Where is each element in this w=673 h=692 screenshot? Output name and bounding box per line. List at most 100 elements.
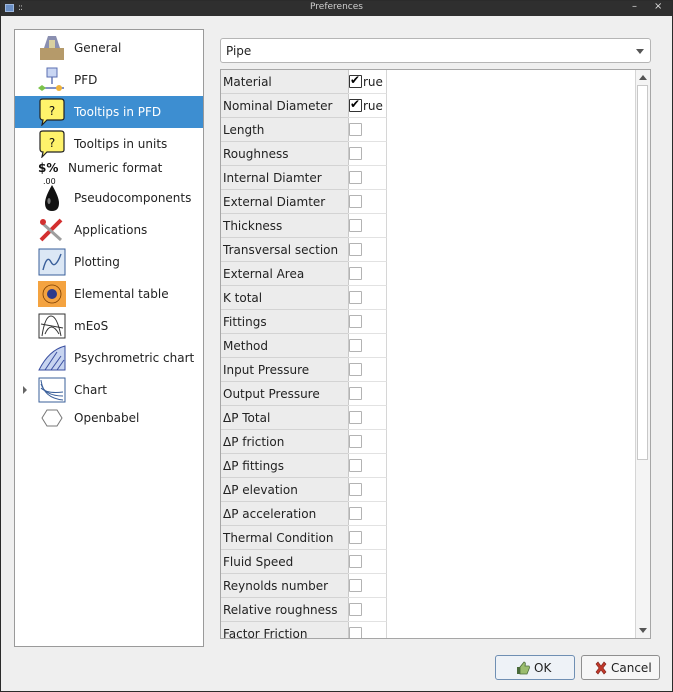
tooltip-checkbox[interactable] — [349, 219, 362, 232]
table-row: Fittings — [221, 310, 637, 334]
row-header-label: Internal Diamter — [223, 171, 322, 185]
table-cell[interactable] — [348, 262, 387, 286]
tooltip-checkbox[interactable] — [349, 507, 362, 520]
table-cell[interactable] — [348, 310, 387, 334]
tooltip-checkbox[interactable] — [349, 483, 362, 496]
table-cell[interactable] — [348, 598, 387, 622]
tooltip-checkbox[interactable] — [349, 339, 362, 352]
scroll-down-icon[interactable] — [639, 628, 647, 633]
table-cell[interactable] — [348, 334, 387, 358]
table-row: Fluid Speed — [221, 550, 637, 574]
row-header: Output Pressure — [221, 382, 349, 406]
preferences-window: :: Preferences – × General PFD? Tooltips i… — [0, 0, 673, 692]
tooltip-icon: ? — [37, 130, 67, 159]
table-cell[interactable] — [348, 502, 387, 526]
table-row: Factor Friction — [221, 622, 637, 638]
chevron-down-icon[interactable] — [636, 49, 644, 54]
sidebar-item-psychrometric-chart[interactable]: Psychrometric chart — [15, 342, 203, 374]
minimize-icon[interactable]: – — [632, 1, 637, 12]
component-select-value: Pipe — [226, 44, 252, 58]
sidebar-item-label: Applications — [74, 223, 148, 237]
tooltip-checkbox[interactable] — [349, 267, 362, 280]
sidebar-item-tooltips-in-units[interactable]: ? Tooltips in units — [15, 128, 203, 160]
table-cell[interactable] — [348, 214, 387, 238]
tooltip-checkbox[interactable] — [349, 627, 362, 638]
tooltip-checkbox[interactable] — [349, 603, 362, 616]
row-header-label: Nominal Diameter — [223, 99, 333, 113]
table-cell[interactable] — [348, 454, 387, 478]
preferences-sidebar: General PFD? Tooltips in PFD? Tooltips in u… — [14, 29, 204, 647]
table-cell[interactable]: rue — [348, 70, 387, 94]
cancel-button-label: Cancel — [611, 661, 652, 675]
tooltip-checkbox[interactable] — [349, 411, 362, 424]
table-cell[interactable] — [348, 406, 387, 430]
row-header-label: Thickness — [223, 219, 283, 233]
table-cell[interactable] — [348, 382, 387, 406]
table-cell[interactable]: rue — [348, 94, 387, 118]
row-header: Thermal Condition — [221, 526, 349, 550]
scrollbar-thumb[interactable] — [637, 85, 648, 460]
sidebar-item-pfd[interactable]: PFD — [15, 64, 203, 96]
row-header-label: K total — [223, 291, 263, 305]
openbabel-icon — [37, 404, 67, 432]
sidebar-item-meos[interactable]: mEoS — [15, 310, 203, 342]
oil-drop-icon — [37, 184, 67, 212]
sidebar-item-label: mEoS — [74, 319, 109, 333]
cancel-button[interactable]: Cancel — [581, 655, 660, 680]
sidebar-item-elemental-table[interactable]: Elemental table — [15, 278, 203, 310]
tooltip-checkbox[interactable] — [349, 171, 362, 184]
row-header: Roughness — [221, 142, 349, 166]
component-select[interactable]: Pipe — [220, 38, 651, 63]
tooltip-checkbox[interactable] — [349, 243, 362, 256]
row-header: Fittings — [221, 310, 349, 334]
scroll-up-icon[interactable] — [639, 75, 647, 80]
table-cell[interactable] — [348, 526, 387, 550]
sidebar-item-openbabel[interactable]: Openbabel — [15, 402, 203, 434]
tooltip-checkbox[interactable] — [349, 387, 362, 400]
ok-button[interactable]: OK — [495, 655, 575, 680]
svg-text:$%: $% — [38, 161, 58, 175]
sidebar-item-general[interactable]: General — [15, 32, 203, 64]
tooltip-checkbox[interactable] — [349, 73, 362, 88]
table-row: ΔP acceleration — [221, 502, 637, 526]
row-header-label: Length — [223, 123, 265, 137]
tooltip-checkbox[interactable] — [349, 97, 362, 112]
table-cell[interactable] — [348, 238, 387, 262]
tooltip-checkbox[interactable] — [349, 555, 362, 568]
expand-arrow-icon[interactable] — [23, 386, 27, 394]
table-cell[interactable] — [348, 478, 387, 502]
tooltip-checkbox[interactable] — [349, 315, 362, 328]
table-cell[interactable] — [348, 286, 387, 310]
vertical-scrollbar[interactable] — [635, 70, 650, 638]
tooltip-checkbox[interactable] — [349, 531, 362, 544]
sidebar-item-label: Pseudocomponents — [74, 191, 192, 205]
table-cell[interactable] — [348, 142, 387, 166]
table-cell[interactable] — [348, 430, 387, 454]
tooltip-checkbox[interactable] — [349, 579, 362, 592]
sidebar-item-applications[interactable]: Applications — [15, 214, 203, 246]
row-header: Thickness — [221, 214, 349, 238]
table-cell[interactable] — [348, 574, 387, 598]
tooltip-checkbox[interactable] — [349, 195, 362, 208]
tooltip-properties-table: Material rue Nominal Diameter rue Length Roug… — [220, 69, 651, 639]
tooltip-checkbox[interactable] — [349, 123, 362, 136]
table-cell[interactable] — [348, 358, 387, 382]
table-cell[interactable] — [348, 118, 387, 142]
svg-text:?: ? — [49, 104, 55, 118]
sidebar-item-tooltips-in-pfd[interactable]: ? Tooltips in PFD — [15, 96, 203, 128]
table-cell[interactable] — [348, 622, 387, 638]
sidebar-item-pseudocomponents[interactable]: Pseudocomponents — [15, 182, 203, 214]
sidebar-item-plotting[interactable]: Plotting — [15, 246, 203, 278]
row-header: Factor Friction — [221, 622, 349, 638]
table-row: External Area — [221, 262, 637, 286]
tooltip-checkbox[interactable] — [349, 363, 362, 376]
table-cell[interactable] — [348, 190, 387, 214]
table-cell[interactable] — [348, 550, 387, 574]
tooltip-checkbox[interactable] — [349, 147, 362, 160]
tooltip-checkbox[interactable] — [349, 435, 362, 448]
tooltip-checkbox[interactable] — [349, 459, 362, 472]
close-icon[interactable]: × — [654, 1, 662, 12]
row-header-label: Output Pressure — [223, 387, 320, 401]
table-cell[interactable] — [348, 166, 387, 190]
tooltip-checkbox[interactable] — [349, 291, 362, 304]
